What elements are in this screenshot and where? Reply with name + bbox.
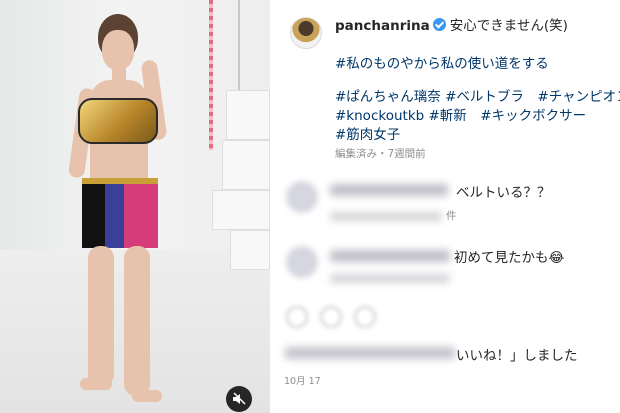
comment-username-blurred [330,184,448,196]
comment-bubble-icon[interactable] [320,306,342,328]
comment-text: 初めて見たかも😂 [454,250,565,266]
post-media[interactable] [0,0,270,413]
muted-speaker-icon [233,392,246,405]
mute-button[interactable] [226,386,252,412]
white-box [226,90,270,140]
person-figure [67,10,190,410]
likes-names-blurred [285,347,455,359]
white-box [222,140,270,190]
white-box [212,190,270,230]
comment-avatar[interactable] [286,246,318,278]
hashtags-line-3[interactable]: #筋肉女子 [335,123,400,143]
share-icon[interactable] [354,306,376,328]
comment-meta-blurred [330,274,450,283]
comment-text: ベルトいる？？ [456,185,551,201]
username-link[interactable]: panchanrina [335,18,430,34]
comment-username-blurred [330,250,450,262]
like-heart-icon[interactable] [286,306,308,328]
comment-meta-text: 件 [446,210,457,222]
red-rope [209,0,213,150]
comment-meta-blurred [330,212,442,221]
championship-belt [78,98,158,144]
caption-header: panchanrina 安心できません(笑) [335,14,568,34]
profile-avatar[interactable] [290,17,322,49]
white-box [230,230,270,270]
caption-line-2[interactable]: #私のものやから私の使い道をする [335,52,549,72]
caption-text: 安心できません(笑) [449,18,568,34]
fight-trunks [82,178,158,248]
hashtags-line-1[interactable]: #ぱんちゃん璃奈 #ベルトブラ #チャンピオン [335,85,620,105]
verified-badge-icon [432,18,446,31]
comment-avatar[interactable] [286,181,318,213]
caption-meta: 編集済み・7週間前 [335,148,426,160]
likes-text[interactable]: いいね！」しました [456,344,578,364]
post-date: 10月 17 [284,376,321,387]
hashtags-line-2[interactable]: #knockoutkb #斬新 #キックボクサー [335,104,586,124]
